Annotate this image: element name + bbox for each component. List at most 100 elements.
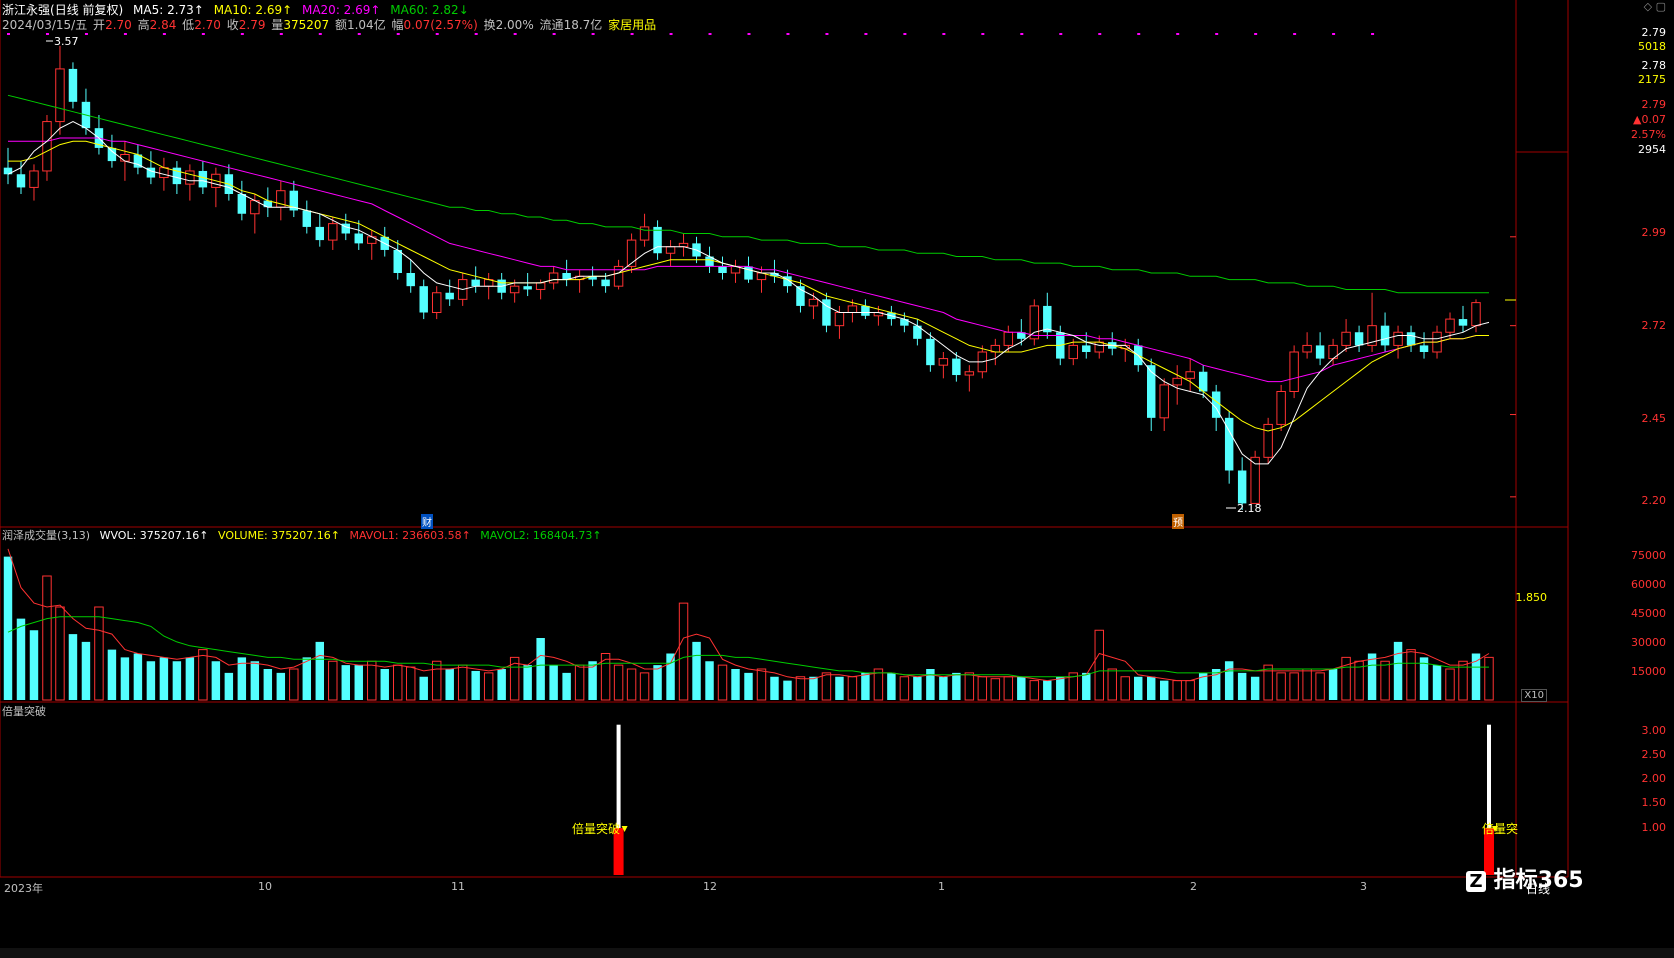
volume-bar-down [445,669,454,700]
low-value: 2.70 [194,18,221,32]
signal-dot [825,33,829,35]
float-label: 流通 [539,18,564,32]
diamond-icon[interactable]: ◇ ▢ [1614,0,1666,13]
volume-bar-down [1056,676,1065,700]
candle-body-down [471,279,480,287]
brand-z-icon: Z [1466,871,1486,892]
turnover-label: 换 [483,18,496,32]
info-v4: 2175 [1638,73,1666,86]
vol-tick-5: 15000 [1631,665,1666,678]
volume-bar-up [94,606,104,701]
volume-bar-up [483,672,494,701]
forecast-event-marker[interactable]: 预 [1172,514,1184,529]
candle-body-up [964,371,975,376]
candle-body-down [653,226,662,254]
time-tick-1: 2023年 [4,882,43,895]
candle-body-up [1445,318,1455,333]
finance-event-marker[interactable]: 财 [421,514,433,529]
signal-dot [279,33,283,35]
volume-bar-down [354,665,363,700]
volume-bar-up [990,678,1001,701]
candle-body-down [1458,319,1468,326]
volume-bar-up [600,653,611,701]
volume-bar-down [913,676,922,700]
volume-bar-down [146,661,156,700]
brand-logo: Z 指标365 [1466,862,1584,894]
candle-body-down [1406,332,1416,346]
time-tick-7: 3 [1360,880,1367,893]
breakout-bar-signal [1486,724,1491,829]
candle-body-down [354,233,363,244]
industry-tag[interactable]: 家居用品 [608,18,656,32]
period-tab[interactable]: 日线 [1526,880,1550,897]
volume-bar-down [562,672,571,700]
volume-bar-down [497,669,506,700]
signal-dot [747,33,751,35]
brk-tick-3: 2.00 [1641,772,1667,785]
candle-body-down [1380,325,1390,346]
breakout-title[interactable]: 倍量突破 [2,705,46,718]
price-tick-2: 2.72 [1641,319,1667,332]
candle-body-up [1471,302,1481,327]
volume-bar-down [939,676,948,700]
candle-body-down [926,338,935,366]
volume-bar-down [107,649,117,700]
volume-bar-down [770,676,779,700]
volume-bar-up [678,602,689,701]
volume-bar-down [276,672,286,700]
volume-bar-down [1146,676,1156,700]
signal-dot [630,33,634,35]
volume-bar-up [1263,664,1273,701]
candle-body-down [718,266,727,273]
mavol1-line [7,548,1490,682]
candle-body-up [548,272,559,284]
candle-body-down [523,286,532,290]
candle-body-up [1068,344,1078,360]
candle-body-up [1159,384,1169,419]
volume-bar-down [1471,653,1481,700]
volume-bar-up [795,676,806,701]
bottom-tabs-strip[interactable] [0,948,1674,958]
volume-bar-down [302,657,312,700]
candle-body-up [1185,371,1195,379]
signal-dot [240,33,244,35]
close-value: 2.79 [238,18,266,32]
vol-indicator-title[interactable]: 润泽成交量(3,13) [2,529,90,542]
candle-body-up [665,246,676,254]
candle-body-down [237,194,247,214]
volume-bar-down [16,618,26,700]
candle-body-up [328,223,338,241]
breakout-label-1: 倍量突破 [572,822,621,836]
price-tick-1: 2.99 [1641,226,1667,239]
kline-canvas[interactable] [0,0,1674,958]
time-tick-4: 12 [703,880,717,893]
breakout-header: 倍量突破 [2,704,52,720]
volume-bar-up [964,672,975,701]
signal-dot [903,33,907,35]
volume-bar-up [626,668,637,701]
signal-dot [669,33,673,35]
signal-dot [1215,33,1219,35]
volume-bar-down [783,680,792,700]
amount-label: 额 [334,18,347,32]
candle-body-down [315,226,325,241]
signal-dot [162,33,166,35]
info-price: 2.79 [1641,26,1667,39]
volume-bar-down [692,641,701,700]
volume-bar-up [393,664,403,701]
candle-body-up [185,170,195,185]
price-tick-3: 2.45 [1641,412,1667,425]
signal-dot [1059,33,1063,35]
volume-bar-down [1393,641,1403,700]
volume-bar-down [744,672,753,700]
signal-dot [396,33,400,35]
candle-body-down [952,358,961,376]
close-label: 收 [226,18,239,32]
signal-dot [513,33,517,35]
candle-body-up [1276,391,1286,425]
candle-body-up [808,298,819,307]
quote-line: 2024/03/15/五 开2.70 高2.84 低2.70 收2.79 量37… [2,17,662,33]
candle-body-down [1315,345,1325,359]
volume-bar-up [1172,680,1182,701]
volume-value: VOLUME: 375207.16↑ [217,529,340,542]
